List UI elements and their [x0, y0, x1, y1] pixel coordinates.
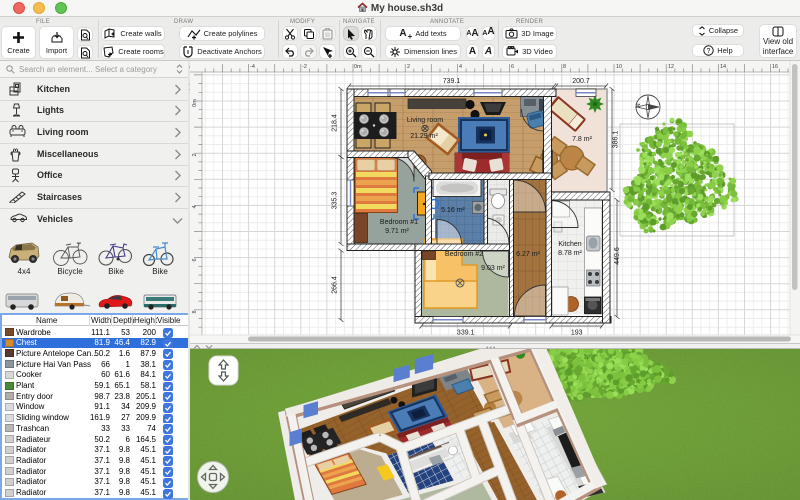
- svg-text:Living room: Living room: [407, 117, 443, 124]
- svg-text:Bike: Bike: [152, 267, 168, 276]
- svg-text:Bedroom #1: Bedroom #1: [380, 219, 418, 226]
- svg-text:7.8 m²: 7.8 m²: [572, 136, 593, 143]
- svg-text:6: 6: [192, 258, 198, 261]
- svg-text:10: 10: [616, 64, 622, 70]
- svg-text:Bike: Bike: [108, 267, 124, 276]
- svg-text:4: 4: [192, 205, 198, 208]
- svg-text:9.03 m²: 9.03 m²: [481, 265, 505, 272]
- svg-text:9.71 m²: 9.71 m²: [385, 228, 409, 235]
- svg-text:N: N: [635, 103, 642, 108]
- svg-text:4: 4: [459, 64, 462, 70]
- svg-text:0m: 0m: [354, 64, 362, 70]
- svg-text:-4: -4: [250, 64, 255, 70]
- svg-text:266.4: 266.4: [332, 276, 339, 294]
- svg-text:Bedroom #2: Bedroom #2: [445, 251, 483, 258]
- svg-text:21.29 m²: 21.29 m²: [410, 133, 438, 140]
- svg-text:200.7: 200.7: [572, 78, 590, 85]
- svg-text:8.78 m²: 8.78 m²: [558, 250, 582, 257]
- svg-text:Kitchen: Kitchen: [558, 241, 581, 248]
- svg-text:6: 6: [511, 64, 514, 70]
- svg-text:335.3: 335.3: [332, 192, 339, 210]
- svg-text:6.27 m²: 6.27 m²: [516, 251, 540, 258]
- svg-text:4x4: 4x4: [18, 267, 31, 276]
- svg-text:Bicycle: Bicycle: [57, 267, 83, 276]
- svg-text:2: 2: [407, 64, 410, 70]
- svg-text:5.16 m²: 5.16 m²: [441, 207, 465, 214]
- svg-text:8: 8: [563, 64, 566, 70]
- svg-text:739.1: 739.1: [443, 78, 461, 85]
- svg-text:-2: -2: [302, 64, 307, 70]
- svg-text:16: 16: [772, 64, 778, 70]
- svg-text:449.6: 449.6: [614, 247, 621, 265]
- svg-text:8: 8: [192, 310, 198, 313]
- svg-text:218.4: 218.4: [332, 114, 339, 132]
- svg-text:2: 2: [192, 153, 198, 156]
- svg-text:386.1: 386.1: [613, 131, 620, 149]
- svg-text:14: 14: [720, 64, 726, 70]
- svg-text:12: 12: [668, 64, 674, 70]
- svg-text:?: ?: [707, 48, 711, 55]
- svg-text:0m: 0m: [192, 99, 198, 107]
